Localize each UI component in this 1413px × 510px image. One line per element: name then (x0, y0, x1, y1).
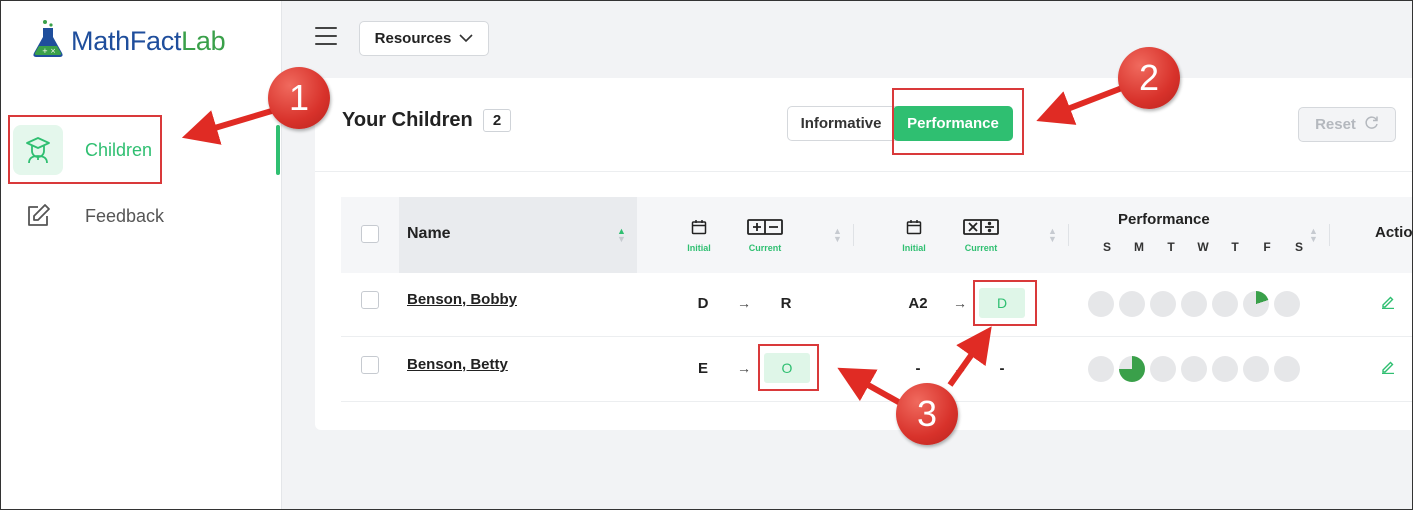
callout-badge-2: 2 (1118, 47, 1180, 109)
annotation-arrows (181, 85, 1124, 407)
callout-badge-3: 3 (896, 383, 958, 445)
callout-badge-1: 1 (268, 67, 330, 129)
